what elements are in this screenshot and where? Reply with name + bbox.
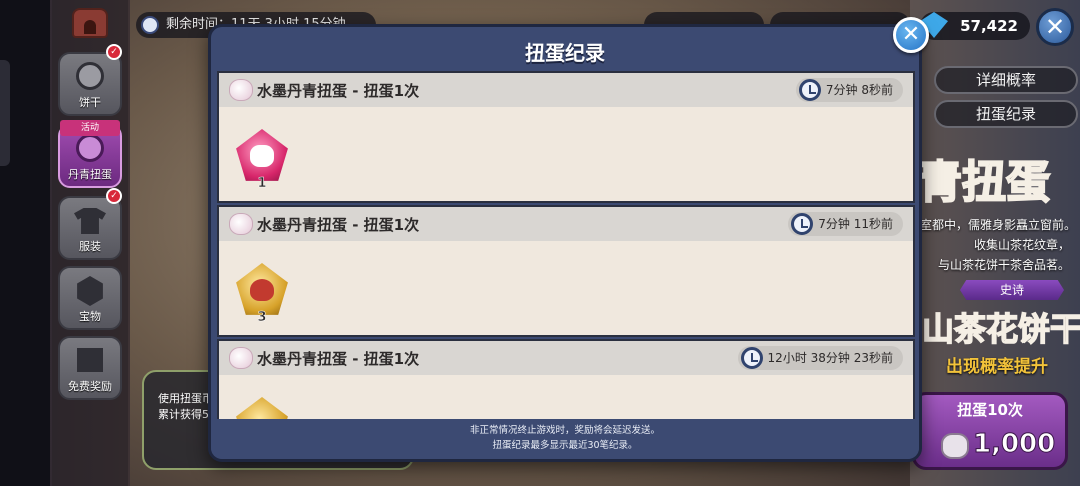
reward-item[interactable] xyxy=(235,397,289,421)
list-item: 水墨丹青扭蛋 - 扭蛋1次 7分钟 8秒前 1 xyxy=(217,71,915,203)
edge-handle[interactable] xyxy=(0,60,10,166)
gacha-history-modal: 扭蛋纪录 水墨丹青扭蛋 - 扭蛋1次 7分钟 8秒前 1 水墨丹青扭蛋 - 扭蛋… xyxy=(208,24,922,462)
list-item: 水墨丹青扭蛋 - 扭蛋1次 12小时 38分钟 23秒前 xyxy=(217,339,915,421)
mileage-text: 使用扭蛋币 xyxy=(158,392,213,405)
sidebar-item-label: 免费奖励 xyxy=(68,380,112,393)
sidebar-item-label: 服装 xyxy=(79,240,101,253)
story-line: 与山茶花饼干茶舍品茗。 xyxy=(937,258,1070,272)
cookie-face-icon xyxy=(250,145,274,167)
soulstone-gem-icon xyxy=(236,397,288,421)
sidebar-item-cookies[interactable]: 饼干 xyxy=(58,52,122,116)
entry-title: 水墨丹青扭蛋 - 扭蛋1次 xyxy=(257,216,420,234)
reward-quantity: 1 xyxy=(257,176,267,192)
hexagon-icon xyxy=(77,276,103,306)
gacha-coin-icon xyxy=(229,347,253,369)
entry-header: 水墨丹青扭蛋 - 扭蛋1次 12小时 38分钟 23秒前 xyxy=(219,341,913,375)
close-icon[interactable]: ✕ xyxy=(1036,8,1074,46)
cookie-face-icon xyxy=(250,279,274,301)
cookie-icon xyxy=(76,134,104,162)
entry-time-text: 7分钟 8秒前 xyxy=(825,83,893,97)
sidebar-item-costumes[interactable]: 服装 xyxy=(58,196,122,260)
alert-badge: ✓ xyxy=(106,188,122,204)
story-line: 室都中，儒雅身影矗立窗前。 xyxy=(920,218,1077,232)
cookie-icon xyxy=(76,62,104,90)
entry-time-text: 12小时 38分钟 23秒前 xyxy=(767,351,893,365)
gacha-coin-icon xyxy=(229,79,253,101)
entry-time: 7分钟 8秒前 xyxy=(795,78,903,102)
gacha-coin-icon xyxy=(941,433,969,459)
footer-note: 扭蛋纪录最多显示最近30笔纪录。 xyxy=(492,440,638,451)
sidebar-item-free-rewards[interactable]: 免费奖励 xyxy=(58,336,122,400)
entry-title: 水墨丹青扭蛋 - 扭蛋1次 xyxy=(257,82,420,100)
history-list[interactable]: 水墨丹青扭蛋 - 扭蛋1次 7分钟 8秒前 1 水墨丹青扭蛋 - 扭蛋1次 7分… xyxy=(217,71,915,421)
reward-item[interactable]: 1 xyxy=(235,129,289,191)
modal-footer: 非正常情况终止游戏时，奖励将会延迟发送。 扭蛋纪录最多显示最近30笔纪录。 xyxy=(211,419,919,459)
event-tag: 活动 xyxy=(60,120,120,136)
close-icon[interactable]: ✕ xyxy=(893,17,929,53)
entry-header: 水墨丹青扭蛋 - 扭蛋1次 7分钟 11秒前 xyxy=(219,207,913,241)
sidebar-item-label: 丹青扭蛋 xyxy=(68,168,112,181)
banner-title: 青扭蛋 xyxy=(917,156,1051,209)
rarity-tag: 史诗 xyxy=(960,280,1064,300)
entry-time: 7分钟 11秒前 xyxy=(788,212,903,236)
rate-up-text: 出现概率提升 xyxy=(946,357,1048,377)
featured-cookie-name: 山茶花饼干 xyxy=(921,309,1080,349)
footer-note: 非正常情况终止游戏时，奖励将会延迟发送。 xyxy=(469,425,660,436)
entry-time: 12小时 38分钟 23秒前 xyxy=(737,346,903,370)
sidebar-item-label: 饼干 xyxy=(79,96,101,109)
entry-title: 水墨丹青扭蛋 - 扭蛋1次 xyxy=(257,350,420,368)
shirt-icon xyxy=(74,208,106,234)
clock-icon xyxy=(141,16,159,34)
reward-item[interactable]: 3 xyxy=(235,263,289,325)
entry-header: 水墨丹青扭蛋 - 扭蛋1次 7分钟 8秒前 xyxy=(219,73,913,107)
clock-icon xyxy=(740,347,763,369)
detailed-rates-button[interactable]: 详细概率 xyxy=(934,66,1078,94)
pull-10-label: 扭蛋10次 xyxy=(957,401,1023,419)
sidebar-item-treasures[interactable]: 宝物 xyxy=(58,266,122,330)
clock-icon xyxy=(791,213,814,235)
modal-title: 扭蛋纪录 xyxy=(525,41,605,65)
story-line: 收集山茶花纹章， xyxy=(973,238,1070,252)
mileage-text: 累计获得5 xyxy=(158,408,209,421)
sidebar-item-label: 宝物 xyxy=(79,310,101,323)
pull-10-price: 1,000 xyxy=(972,429,1056,460)
gacha-coin-icon xyxy=(229,213,253,235)
shop-home-icon[interactable] xyxy=(72,8,108,38)
entry-time-text: 7分钟 11秒前 xyxy=(818,217,893,231)
gift-icon xyxy=(77,348,103,372)
alert-badge: ✓ xyxy=(106,44,122,60)
list-item: 水墨丹青扭蛋 - 扭蛋1次 7分钟 11秒前 3 xyxy=(217,205,915,337)
clock-icon xyxy=(798,79,821,101)
gacha-history-button[interactable]: 扭蛋纪录 xyxy=(934,100,1078,128)
reward-quantity: 3 xyxy=(257,310,267,326)
pull-10-button[interactable]: 扭蛋10次 1,000 xyxy=(912,392,1068,470)
